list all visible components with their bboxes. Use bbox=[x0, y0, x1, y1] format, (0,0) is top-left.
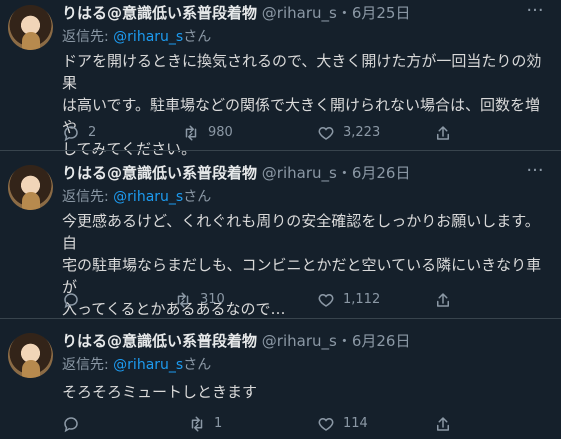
share-button[interactable] bbox=[434, 414, 460, 434]
reply-to-line: 返信先: @riharu_sさん bbox=[62, 187, 211, 207]
tweet-header: りはる@意識低い系普段着物 @riharu_s・6月26日 bbox=[62, 329, 410, 353]
like-button[interactable]: 1,112 bbox=[317, 290, 380, 310]
more-icon[interactable]: ··· bbox=[525, 2, 545, 20]
reply-button[interactable] bbox=[62, 290, 88, 310]
like-button[interactable]: 3,223 bbox=[317, 123, 380, 143]
like-count: 1,112 bbox=[343, 292, 381, 307]
share-icon bbox=[434, 291, 452, 309]
retweet-icon bbox=[182, 124, 200, 142]
reply-suffix: さん bbox=[183, 29, 212, 45]
avatar[interactable] bbox=[8, 333, 53, 378]
reply-to-line: 返信先: @riharu_sさん bbox=[62, 355, 211, 375]
like-count: 3,223 bbox=[343, 125, 381, 140]
share-button[interactable] bbox=[434, 290, 460, 310]
tweet-divider bbox=[0, 318, 561, 319]
handle[interactable]: @riharu_s bbox=[262, 164, 337, 182]
tweet[interactable]: りはる@意識低い系普段着物 @riharu_s・6月25日 ··· 返信先: @… bbox=[0, 0, 561, 158]
avatar[interactable] bbox=[8, 165, 53, 210]
display-name[interactable]: りはる@意識低い系普段着物 bbox=[62, 4, 257, 22]
separator: ・ bbox=[336, 332, 352, 350]
reply-icon bbox=[62, 124, 80, 142]
handle[interactable]: @riharu_s bbox=[262, 332, 337, 350]
retweet-count: 310 bbox=[200, 292, 225, 307]
tweet-text-line: そろそろミュートしときます bbox=[62, 383, 258, 401]
reply-prefix: 返信先: bbox=[62, 189, 114, 205]
display-name[interactable]: りはる@意識低い系普段着物 bbox=[62, 332, 257, 350]
retweet-button[interactable]: 980 bbox=[182, 123, 233, 143]
avatar[interactable] bbox=[8, 5, 53, 50]
handle[interactable]: @riharu_s bbox=[262, 4, 337, 22]
share-icon bbox=[434, 415, 452, 433]
heart-icon bbox=[317, 124, 335, 142]
retweet-count: 1 bbox=[214, 416, 223, 431]
more-icon[interactable]: ··· bbox=[525, 162, 545, 180]
heart-icon bbox=[317, 415, 335, 433]
separator: ・ bbox=[336, 4, 352, 22]
reply-handle-link[interactable]: @riharu_s bbox=[113, 29, 183, 45]
tweet-date[interactable]: 6月26日 bbox=[352, 332, 411, 350]
retweet-count: 980 bbox=[208, 125, 233, 140]
reply-button[interactable]: 2 bbox=[62, 123, 96, 143]
reply-prefix: 返信先: bbox=[62, 357, 114, 373]
share-icon bbox=[434, 124, 452, 142]
retweet-icon bbox=[188, 415, 206, 433]
action-bar: 2 980 3,223 bbox=[62, 123, 542, 143]
tweet-date[interactable]: 6月26日 bbox=[352, 164, 411, 182]
tweet-text-line: 今更感あるけど、くれぐれも周りの安全確認をしっかりお願いします。自 bbox=[62, 212, 540, 252]
reply-handle-link[interactable]: @riharu_s bbox=[113, 189, 183, 205]
reply-count: 2 bbox=[88, 125, 97, 140]
like-count: 114 bbox=[343, 416, 368, 431]
retweet-button[interactable]: 310 bbox=[174, 290, 225, 310]
reply-button[interactable] bbox=[62, 414, 88, 434]
reply-handle-link[interactable]: @riharu_s bbox=[113, 357, 183, 373]
reply-icon bbox=[62, 415, 80, 433]
reply-suffix: さん bbox=[183, 189, 212, 205]
tweet-divider bbox=[0, 150, 561, 151]
action-bar: 1 114 bbox=[62, 414, 542, 434]
separator: ・ bbox=[336, 164, 352, 182]
tweet-text: ドアを開けるときに換気されるので、大きく開けた方が一回当たりの効果 は高いです。… bbox=[62, 50, 548, 160]
reply-prefix: 返信先: bbox=[62, 29, 114, 45]
reply-suffix: さん bbox=[183, 357, 212, 373]
tweet-text: そろそろミュートしときます bbox=[62, 381, 548, 403]
tweet-date[interactable]: 6月25日 bbox=[352, 4, 411, 22]
retweet-icon bbox=[174, 291, 192, 309]
reply-to-line: 返信先: @riharu_sさん bbox=[62, 27, 211, 47]
action-bar: 310 1,112 bbox=[62, 290, 542, 310]
heart-icon bbox=[317, 291, 335, 309]
tweet-header: りはる@意識低い系普段着物 @riharu_s・6月26日 bbox=[62, 161, 410, 185]
display-name[interactable]: りはる@意識低い系普段着物 bbox=[62, 164, 257, 182]
tweet-header: りはる@意識低い系普段着物 @riharu_s・6月25日 bbox=[62, 1, 410, 25]
like-button[interactable]: 114 bbox=[317, 414, 368, 434]
share-button[interactable] bbox=[434, 123, 460, 143]
tweet[interactable]: りはる@意識低い系普段着物 @riharu_s・6月26日 返信先: @riha… bbox=[0, 328, 561, 439]
tweet[interactable]: りはる@意識低い系普段着物 @riharu_s・6月26日 ··· 返信先: @… bbox=[0, 160, 561, 318]
reply-icon bbox=[62, 291, 80, 309]
retweet-button[interactable]: 1 bbox=[188, 414, 222, 434]
tweet-text-line: ドアを開けるときに換気されるので、大きく開けた方が一回当たりの効果 bbox=[62, 52, 542, 92]
